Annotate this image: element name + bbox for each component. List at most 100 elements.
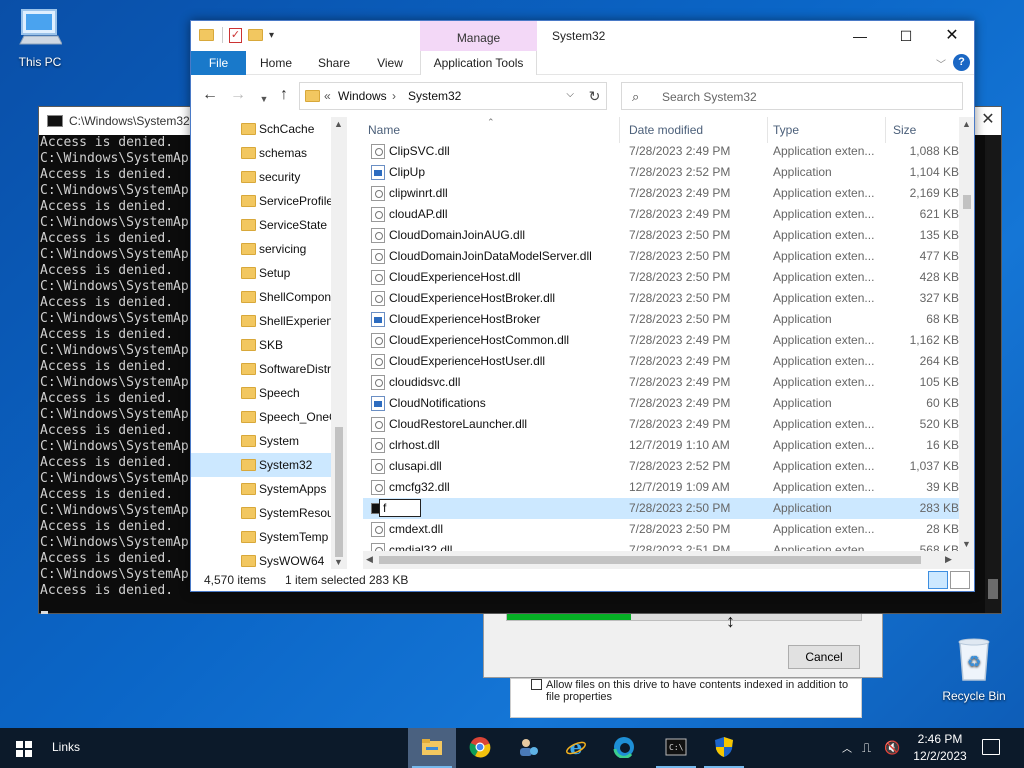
breadcrumb-system32[interactable]: System32 (408, 89, 461, 103)
console-scrollbar[interactable] (985, 135, 1001, 613)
file-row[interactable]: cloudidsvc.dll 7/28/2023 2:49 PM Applicati… (363, 372, 959, 393)
column-name[interactable]: Name (368, 123, 400, 137)
large-icons-view-button[interactable] (950, 571, 970, 589)
recycle-bin-desktop-icon[interactable]: ♻ Recycle Bin (936, 636, 1012, 703)
nav-item-skb[interactable]: SKB (191, 333, 347, 357)
volume-icon[interactable]: 🔇 (884, 740, 900, 756)
column-divider[interactable] (619, 117, 620, 143)
file-row[interactable]: cloudAP.dll 7/28/2023 2:49 PM Application … (363, 204, 959, 225)
refresh-button[interactable]: ↻ (583, 82, 607, 110)
file-row[interactable]: CloudDomainJoinDataModelServer.dll 7/28/2… (363, 246, 959, 267)
scroll-right-icon[interactable]: ▶ (945, 554, 952, 565)
column-date-modified[interactable]: Date modified (629, 123, 703, 137)
file-row[interactable]: CloudExperienceHost.dll 7/28/2023 2:50 PM… (363, 267, 959, 288)
taskbar-internet-explorer[interactable]: e (552, 728, 600, 768)
nav-item-speech[interactable]: Speech (191, 381, 347, 405)
index-contents-checkbox[interactable] (531, 679, 542, 690)
help-icon[interactable]: ? (953, 54, 970, 71)
file-row[interactable]: cmdext.dll 7/28/2023 2:50 PM Application e… (363, 519, 959, 540)
recent-locations-button[interactable]: ▼ (255, 91, 273, 109)
nav-item-system32[interactable]: System32 (191, 453, 347, 477)
start-button[interactable] (0, 728, 48, 768)
taskbar-file-explorer[interactable] (408, 728, 456, 768)
file-row[interactable]: cmcfg32.dll 12/7/2019 1:09 AM Application … (363, 477, 959, 498)
console-close-icon[interactable]: ✕ (975, 107, 1001, 135)
search-box[interactable]: ⌕ Search System32 (621, 82, 963, 110)
scroll-left-icon[interactable]: ◀ (366, 554, 373, 565)
nav-item-servicestate[interactable]: ServiceState (191, 213, 347, 237)
horizontal-scroll-thumb[interactable] (379, 556, 921, 564)
forward-button[interactable]: → (229, 87, 247, 105)
scroll-up-icon[interactable]: ▲ (962, 119, 971, 129)
system-clock[interactable]: 2:46 PM 12/2/2023 (906, 731, 974, 765)
file-row[interactable]: ClipUp 7/28/2023 2:52 PM Application 1,104 … (363, 162, 959, 183)
show-hidden-icons-icon[interactable]: ︿ (842, 740, 852, 755)
explorer-titlebar[interactable]: ✓ ▾ Manage System32 — ☐ ✕ (191, 21, 974, 73)
taskbar-command-prompt[interactable]: C:\ (652, 728, 700, 768)
file-row[interactable]: ClipSVC.dll 7/28/2023 2:49 PM Application … (363, 141, 959, 162)
nav-item-system[interactable]: System (191, 429, 347, 453)
file-row[interactable]: CloudExperienceHostBroker.dll 7/28/2023 2… (363, 288, 959, 309)
tab-home[interactable]: Home (251, 51, 301, 75)
column-type[interactable]: Type (773, 123, 799, 137)
rename-input[interactable]: f (379, 499, 421, 517)
file-row[interactable]: CloudExperienceHostCommon.dll 7/28/2023 2… (363, 330, 959, 351)
file-row[interactable]: CloudNotifications 7/28/2023 2:49 PM Appli… (363, 393, 959, 414)
nav-item-serviceprofiles[interactable]: ServiceProfiles (191, 189, 347, 213)
file-row[interactable]: CloudExperienceHostBroker 7/28/2023 2:50 … (363, 309, 959, 330)
navigation-scroll-thumb[interactable] (335, 427, 343, 557)
this-pc-desktop-icon[interactable]: This PC (2, 8, 78, 69)
file-row[interactable]: CloudRestoreLauncher.dll 7/28/2023 2:49 P… (363, 414, 959, 435)
breadcrumb-windows[interactable]: Windows (338, 89, 387, 103)
file-list-scroll-thumb[interactable] (963, 195, 971, 209)
network-icon[interactable]: ⎍ (862, 740, 871, 756)
file-list-scrollbar[interactable]: ▲ ▼ (959, 117, 974, 569)
details-view-button[interactable] (928, 571, 948, 589)
nav-item-setup[interactable]: Setup (191, 261, 347, 285)
file-row[interactable]: clipwinrt.dll 7/28/2023 2:49 PM Applicatio… (363, 183, 959, 204)
customize-toolbar-icon[interactable]: ▾ (269, 30, 274, 41)
file-row[interactable]: CloudDomainJoinAUG.dll 7/28/2023 2:50 PM A… (363, 225, 959, 246)
file-list-horizontal-scrollbar[interactable]: ◀ ▶ (363, 551, 959, 569)
file-explorer-window[interactable]: ✓ ▾ Manage System32 — ☐ ✕ File Home Shar… (190, 20, 975, 592)
navigation-scrollbar[interactable]: ▲ ▼ (331, 117, 347, 569)
chevron-down-icon[interactable]: ⌵ (566, 89, 574, 100)
tab-share[interactable]: Share (309, 51, 359, 75)
chevron-down-icon[interactable]: ﹀ (936, 56, 946, 71)
file-row[interactable]: clrhost.dll 12/7/2019 1:10 AM Application … (363, 435, 959, 456)
tab-file[interactable]: File (191, 51, 246, 75)
file-row[interactable]: f 7/28/2023 2:50 PM Application 283 KB (363, 498, 959, 519)
taskbar-chrome[interactable] (456, 728, 504, 768)
close-button[interactable]: ✕ (929, 21, 974, 51)
minimize-button[interactable]: — (837, 21, 883, 51)
cancel-button[interactable]: Cancel (788, 645, 860, 669)
nav-item-softwaredistribution[interactable]: SoftwareDistribution (191, 357, 347, 381)
nav-item-systemapps[interactable]: SystemApps (191, 477, 347, 501)
properties-icon[interactable]: ✓ (229, 27, 242, 43)
console-scroll-thumb[interactable] (988, 579, 998, 599)
breadcrumb-separator[interactable]: › (392, 89, 396, 103)
up-button[interactable]: ↑ (275, 87, 293, 105)
file-row[interactable]: clusapi.dll 7/28/2023 2:52 PM Application … (363, 456, 959, 477)
taskbar-edge[interactable] (600, 728, 648, 768)
tab-application-tools[interactable]: Application Tools (420, 51, 537, 75)
taskbar-security-shield[interactable] (700, 728, 748, 768)
tab-view[interactable]: View (365, 51, 415, 75)
new-folder-icon[interactable] (248, 29, 263, 41)
column-divider[interactable] (885, 117, 886, 143)
nav-item-syswow64[interactable]: SysWOW64 (191, 549, 347, 569)
nav-item-servicing[interactable]: servicing (191, 237, 347, 261)
maximize-button[interactable]: ☐ (883, 21, 929, 51)
nav-item-shellcomponents[interactable]: ShellComponents (191, 285, 347, 309)
notifications-icon[interactable] (982, 739, 1000, 755)
scroll-down-icon[interactable]: ▼ (334, 557, 343, 567)
breadcrumb-overflow[interactable]: « (324, 89, 331, 103)
scroll-down-icon[interactable]: ▼ (962, 539, 971, 549)
nav-item-schemas[interactable]: schemas (191, 141, 347, 165)
taskbar-network-user[interactable] (504, 728, 552, 768)
column-divider[interactable] (767, 117, 768, 143)
nav-item-systemtemp[interactable]: SystemTemp (191, 525, 347, 549)
nav-item-speech-onecore[interactable]: Speech_OneCore (191, 405, 347, 429)
nav-item-systemresources[interactable]: SystemResources (191, 501, 347, 525)
address-bar[interactable]: « Windows › System32 ⌵ (299, 82, 607, 110)
